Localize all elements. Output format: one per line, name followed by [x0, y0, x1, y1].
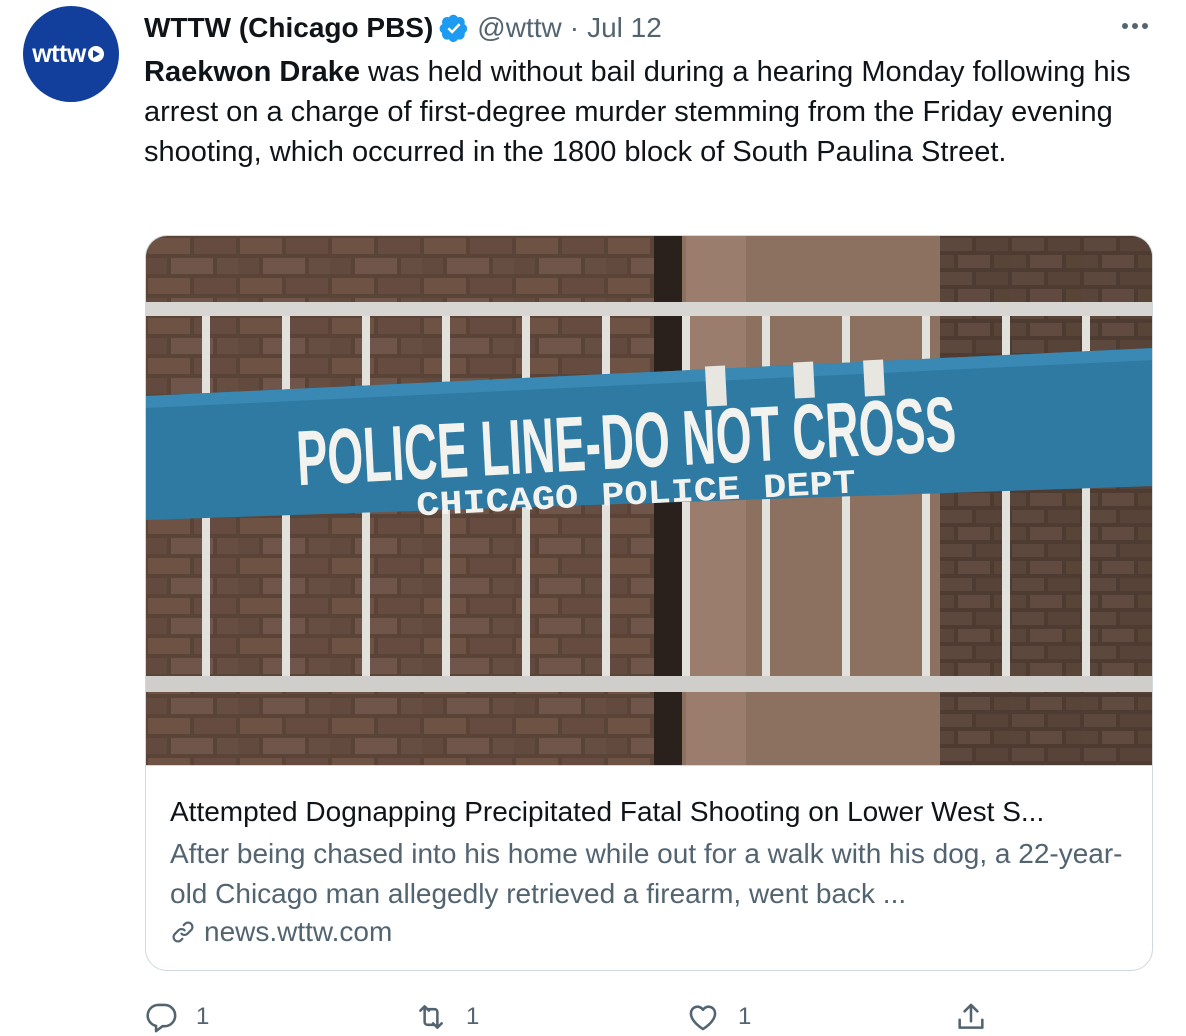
card-image: POLICE LINE-DO NOT CROSS CHICAGO POLICE … — [146, 236, 1152, 765]
retweet-icon — [419, 1005, 443, 1029]
author-handle[interactable]: @wttw — [477, 12, 561, 44]
avatar-logo-mark — [87, 46, 104, 62]
separator-dot: · — [569, 12, 580, 43]
like-icon — [689, 1005, 717, 1031]
avatar-logo-text: wttw — [32, 39, 86, 68]
tweet-date[interactable]: Jul 12 — [587, 12, 662, 44]
reply-icon — [146, 1003, 177, 1033]
tweet-text-mention: Raekwon Drake — [144, 56, 360, 88]
tweet-actions: 1 1 1 — [144, 998, 1004, 1036]
reply-count: 1 — [196, 1003, 210, 1030]
retweet-button[interactable]: 1 — [414, 998, 479, 1036]
more-icon[interactable] — [1118, 14, 1152, 38]
card-title[interactable]: Attempted Dognapping Precipitated Fatal … — [170, 794, 1130, 830]
like-button[interactable]: 1 — [686, 998, 751, 1036]
tweet-header: WTTW (Chicago PBS) @wttw · Jul 12 — [144, 8, 662, 48]
reply-button[interactable]: 1 — [144, 998, 209, 1036]
tweet-text: Raekwon Drake was held without bail duri… — [144, 52, 1154, 172]
link-icon — [172, 921, 194, 943]
card-description: After being chased into his home while o… — [170, 838, 1123, 909]
card-domain-text: news.wttw.com — [204, 916, 393, 947]
retweet-count: 1 — [466, 1003, 480, 1030]
like-count: 1 — [738, 1003, 752, 1030]
author-name[interactable]: WTTW (Chicago PBS) — [144, 12, 433, 44]
avatar[interactable]: wttw — [23, 6, 119, 102]
share-icon — [958, 1003, 984, 1029]
card-domain[interactable]: news.wttw.com — [170, 912, 392, 952]
verified-badge-icon — [439, 14, 468, 42]
link-card[interactable]: POLICE LINE-DO NOT CROSS CHICAGO POLICE … — [145, 235, 1153, 971]
card-body[interactable]: Attempted Dognapping Precipitated Fatal … — [146, 765, 1152, 970]
share-button[interactable] — [954, 998, 988, 1036]
